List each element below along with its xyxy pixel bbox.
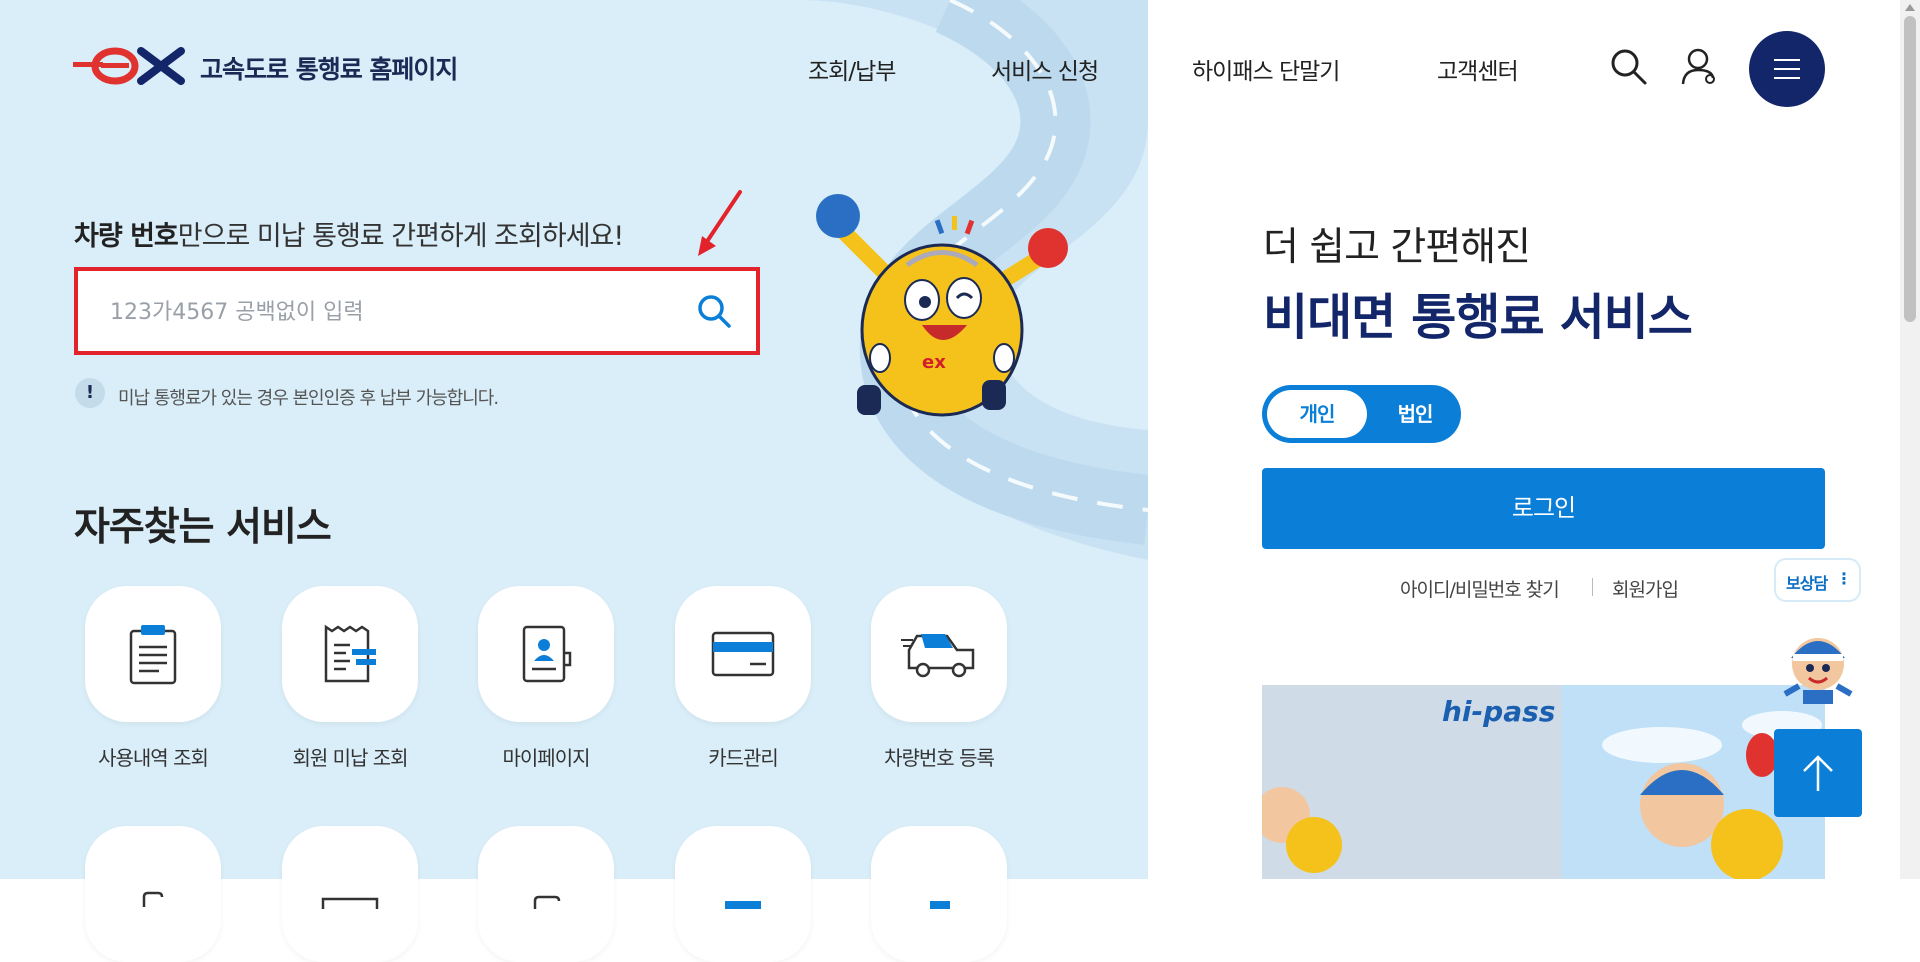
profile-card-icon bbox=[522, 625, 572, 683]
nav-item-service-apply[interactable]: 서비스 신청 bbox=[991, 52, 1099, 86]
monitor-icon bbox=[321, 897, 379, 909]
service-more-3[interactable] bbox=[478, 826, 614, 962]
hipass-banner[interactable]: hi-pass bbox=[1262, 685, 1825, 879]
search-headline: 차량 번호만으로 미납 통행료 간편하게 조회하세요! bbox=[74, 214, 624, 253]
search-headline-bold: 차량 번호 bbox=[74, 221, 179, 252]
printer-icon bbox=[533, 895, 561, 909]
service-more-1[interactable] bbox=[85, 826, 221, 962]
chatbot-label: 보상담 bbox=[1786, 574, 1828, 593]
plate-search-box bbox=[74, 267, 760, 355]
login-button[interactable]: 로그인 bbox=[1262, 468, 1825, 549]
chatbot-more-icon[interactable]: ⋮ bbox=[1836, 569, 1852, 588]
service-more-5[interactable] bbox=[871, 826, 1007, 962]
plate-search-input[interactable] bbox=[108, 291, 672, 333]
login-subtitle: 더 쉽고 간편해진 bbox=[1263, 225, 1531, 270]
nav-item-inquiry[interactable]: 조회/납부 bbox=[808, 52, 896, 86]
notice-text: 미납 통행료가 있는 경우 본인인증 후 납부 가능합니다. bbox=[118, 388, 499, 409]
plate-search-button[interactable] bbox=[696, 293, 732, 333]
document-icon bbox=[142, 891, 164, 907]
user-icon[interactable] bbox=[1680, 48, 1718, 90]
service-mypage[interactable] bbox=[478, 586, 614, 722]
login-title: 비대면 통행료 서비스 bbox=[1263, 289, 1693, 346]
annotation-arrow-icon bbox=[694, 188, 744, 262]
service-vehicle-register-label: 차량번호 등록 bbox=[884, 746, 995, 770]
arrow-up-icon bbox=[1803, 755, 1833, 791]
nav-item-customer-center[interactable]: 고객센터 bbox=[1437, 52, 1519, 86]
services-title: 자주찾는 서비스 bbox=[74, 505, 332, 550]
clipboard-icon bbox=[129, 625, 177, 685]
ex-logo[interactable] bbox=[73, 46, 189, 90]
page-scrollbar[interactable] bbox=[1900, 0, 1920, 879]
service-card-manage[interactable] bbox=[675, 586, 811, 722]
chatbot-bubble[interactable]: 보상담 ⋮ bbox=[1774, 558, 1861, 602]
find-id-password-link[interactable]: 아이디/비밀번호 찾기 bbox=[1400, 575, 1560, 602]
service-usage-history-label: 사용내역 조회 bbox=[98, 746, 209, 770]
banner-brand-text: hi-pass bbox=[1442, 695, 1555, 728]
service-more-2[interactable] bbox=[282, 826, 418, 962]
toggle-corporate[interactable]: 법인 bbox=[1374, 390, 1456, 438]
search-icon[interactable] bbox=[1610, 48, 1648, 90]
mascot-badge-text: ex bbox=[922, 352, 946, 373]
service-card-manage-label: 카드관리 bbox=[708, 746, 779, 770]
receipt-icon bbox=[324, 624, 376, 683]
signup-link[interactable]: 회원가입 bbox=[1612, 575, 1679, 602]
credit-card-icon bbox=[711, 631, 775, 677]
member-type-toggle: 개인 법인 bbox=[1262, 385, 1461, 443]
toggle-personal[interactable]: 개인 bbox=[1267, 390, 1367, 438]
site-title[interactable]: 고속도로 통행료 홈페이지 bbox=[200, 50, 458, 86]
search-headline-rest: 만으로 미납 통행료 간편하게 조회하세요! bbox=[177, 221, 624, 252]
menu-icon[interactable] bbox=[1749, 31, 1825, 107]
notice-icon: ! bbox=[75, 378, 105, 408]
service-mypage-label: 마이페이지 bbox=[502, 746, 591, 770]
link-divider bbox=[1592, 578, 1593, 596]
file-icon bbox=[930, 901, 950, 909]
card-stack-icon bbox=[725, 901, 761, 909]
service-more-4[interactable] bbox=[675, 826, 811, 962]
service-vehicle-register[interactable] bbox=[871, 586, 1007, 722]
nav-item-hipass-device[interactable]: 하이패스 단말기 bbox=[1192, 52, 1340, 86]
chatbot-character[interactable] bbox=[1773, 620, 1863, 710]
service-usage-history[interactable] bbox=[85, 586, 221, 722]
service-member-unpaid-label: 회원 미납 조회 bbox=[292, 746, 408, 770]
scrollbar-thumb[interactable] bbox=[1904, 16, 1916, 322]
scroll-to-top-button[interactable] bbox=[1774, 729, 1862, 817]
mascot-character: ex bbox=[812, 180, 1072, 424]
scroll-up-arrow-icon[interactable] bbox=[1905, 4, 1915, 11]
car-icon bbox=[901, 634, 975, 678]
service-member-unpaid[interactable] bbox=[282, 586, 418, 722]
